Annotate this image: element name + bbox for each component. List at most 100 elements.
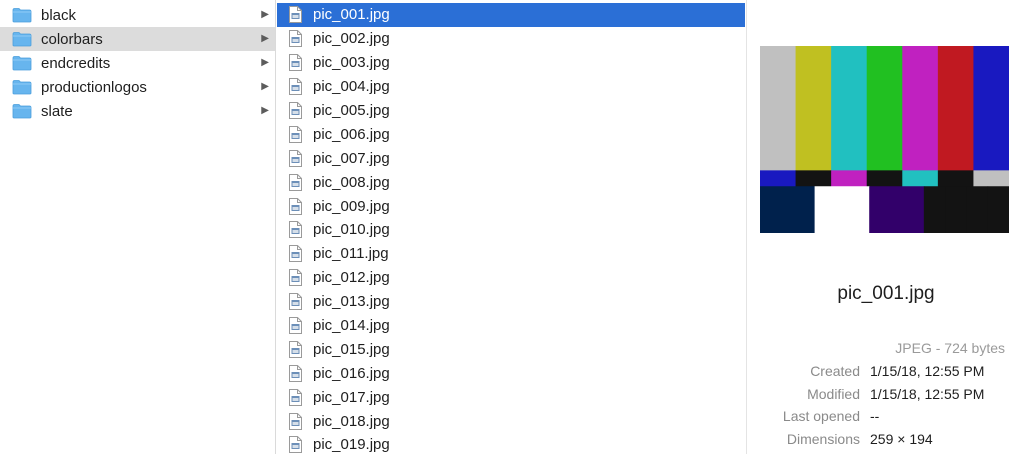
info-row: Created 1/15/18, 12:55 PM	[748, 361, 1024, 384]
jpg-file-icon	[289, 173, 302, 191]
file-label: pic_010.jpg	[313, 221, 390, 239]
disclosure-arrow-icon: ▶	[261, 57, 269, 68]
folder-icon	[12, 32, 32, 47]
folder-item-productionlogos[interactable]: productionlogos ▶	[0, 75, 275, 99]
file-label: pic_018.jpg	[313, 412, 390, 430]
folder-item-slate[interactable]: slate ▶	[0, 99, 275, 123]
folder-label: endcredits	[41, 54, 111, 72]
colorbar-bottom	[760, 186, 816, 233]
info-label: Last opened	[782, 408, 860, 424]
file-item[interactable]: pic_002.jpg	[277, 27, 746, 51]
colorbar-top	[902, 46, 939, 171]
folder-label: black	[41, 6, 77, 24]
jpg-file-icon	[289, 78, 302, 96]
file-item[interactable]: pic_013.jpg	[277, 290, 746, 314]
folder-item-endcredits[interactable]: endcredits ▶	[0, 51, 275, 75]
info-row: Dimensions 259 × 194	[748, 429, 1024, 452]
colorbar-middle	[760, 170, 797, 187]
colorbar-bottom	[945, 186, 967, 233]
colorbar-bottom	[987, 186, 1009, 233]
file-item[interactable]: pic_011.jpg	[277, 242, 746, 266]
file-label: pic_011.jpg	[313, 245, 389, 263]
jpg-file-icon	[289, 221, 302, 239]
file-item[interactable]: pic_006.jpg	[277, 122, 746, 146]
file-item[interactable]: pic_015.jpg	[277, 337, 746, 361]
file-label: pic_007.jpg	[313, 149, 390, 167]
file-item[interactable]: pic_018.jpg	[277, 409, 746, 433]
jpg-file-icon	[289, 102, 302, 119]
info-value: 1/15/18, 12:55 PM	[870, 385, 985, 402]
jpg-file-icon	[289, 125, 302, 143]
file-item[interactable]: pic_017.jpg	[277, 385, 746, 409]
folder-label: slate	[41, 102, 73, 120]
folder-icon	[12, 8, 32, 23]
file-label: pic_005.jpg	[313, 102, 390, 119]
info-row: Last opened --	[748, 406, 1024, 429]
file-label: pic_002.jpg	[313, 30, 390, 48]
colorbar-middle	[902, 170, 939, 187]
disclosure-arrow-icon: ▶	[261, 33, 269, 44]
jpg-file-icon	[289, 388, 302, 406]
file-item[interactable]: pic_005.jpg	[277, 99, 746, 123]
file-item[interactable]: pic_016.jpg	[277, 361, 746, 385]
folder-item-black[interactable]: black ▶	[0, 3, 275, 27]
colorbar-top	[937, 46, 974, 171]
info-label: Modified	[807, 385, 860, 402]
file-item[interactable]: pic_009.jpg	[277, 194, 746, 218]
finder-column-view: black ▶ colorbars ▶ endcredits ▶ productionlog…	[0, 0, 1024, 454]
file-column[interactable]: pic_001.jpg pic_002.jpg pic_003.jpg pic_004…	[277, 0, 747, 454]
jpg-file-icon	[289, 317, 302, 335]
info-value: --	[870, 408, 880, 424]
preview-kind-size: JPEG - 724 bytes	[895, 340, 1005, 356]
file-label: pic_009.jpg	[313, 197, 390, 215]
colorbar-top	[760, 46, 797, 171]
file-label: pic_006.jpg	[313, 125, 390, 143]
jpg-file-icon	[289, 197, 302, 215]
folder-icon	[12, 80, 32, 95]
disclosure-arrow-icon: ▶	[261, 81, 269, 92]
folder-label: colorbars	[41, 30, 103, 48]
jpg-file-icon	[289, 245, 302, 263]
colorbar-top	[795, 46, 832, 171]
colorbar-middle	[795, 170, 832, 187]
folder-item-colorbars[interactable]: colorbars ▶	[0, 27, 275, 51]
file-label: pic_015.jpg	[313, 340, 390, 358]
preview-thumbnail	[760, 46, 1009, 233]
preview-info: Created 1/15/18, 12:55 PM Modified 1/15/18,…	[748, 361, 1024, 451]
file-item[interactable]: pic_003.jpg	[277, 51, 746, 75]
colorbar-middle	[937, 170, 974, 187]
file-label: pic_017.jpg	[313, 388, 390, 406]
preview-file-name: pic_001.jpg	[837, 283, 935, 304]
file-label: pic_003.jpg	[313, 54, 390, 72]
file-item[interactable]: pic_012.jpg	[277, 266, 746, 290]
info-label: Dimensions	[786, 430, 860, 447]
jpg-file-icon	[289, 269, 302, 287]
jpg-file-icon	[289, 6, 302, 24]
colorbar-top	[831, 46, 868, 171]
info-value: 1/15/18, 12:55 PM	[870, 363, 985, 379]
file-item[interactable]: pic_019.jpg	[277, 433, 746, 454]
file-item[interactable]: pic_010.jpg	[277, 218, 746, 242]
info-value: 259 × 194	[870, 430, 933, 447]
file-item[interactable]: pic_008.jpg	[277, 170, 746, 194]
file-label: pic_008.jpg	[313, 173, 390, 191]
file-label: pic_016.jpg	[313, 364, 390, 382]
info-label: Created	[810, 363, 860, 379]
colorbar-middle	[831, 170, 868, 187]
file-item[interactable]: pic_004.jpg	[277, 75, 746, 99]
jpg-file-icon	[289, 412, 302, 430]
jpg-file-icon	[289, 436, 302, 454]
file-label: pic_019.jpg	[313, 436, 390, 454]
colorbar-bottom	[814, 186, 870, 233]
file-item[interactable]: pic_007.jpg	[277, 146, 746, 170]
info-row: Modified 1/15/18, 12:55 PM	[748, 384, 1024, 407]
file-item[interactable]: pic_014.jpg	[277, 314, 746, 338]
disclosure-arrow-icon: ▶	[261, 105, 269, 116]
folder-column[interactable]: black ▶ colorbars ▶ endcredits ▶ productionlog…	[0, 0, 276, 454]
folder-icon	[12, 104, 32, 119]
jpg-file-icon	[289, 54, 302, 72]
preview-pane: pic_001.jpg JPEG - 724 bytes Created 1/15…	[748, 0, 1024, 454]
file-label: pic_004.jpg	[313, 78, 390, 96]
colorbar-middle	[973, 170, 1009, 187]
file-item[interactable]: pic_001.jpg	[277, 3, 745, 27]
